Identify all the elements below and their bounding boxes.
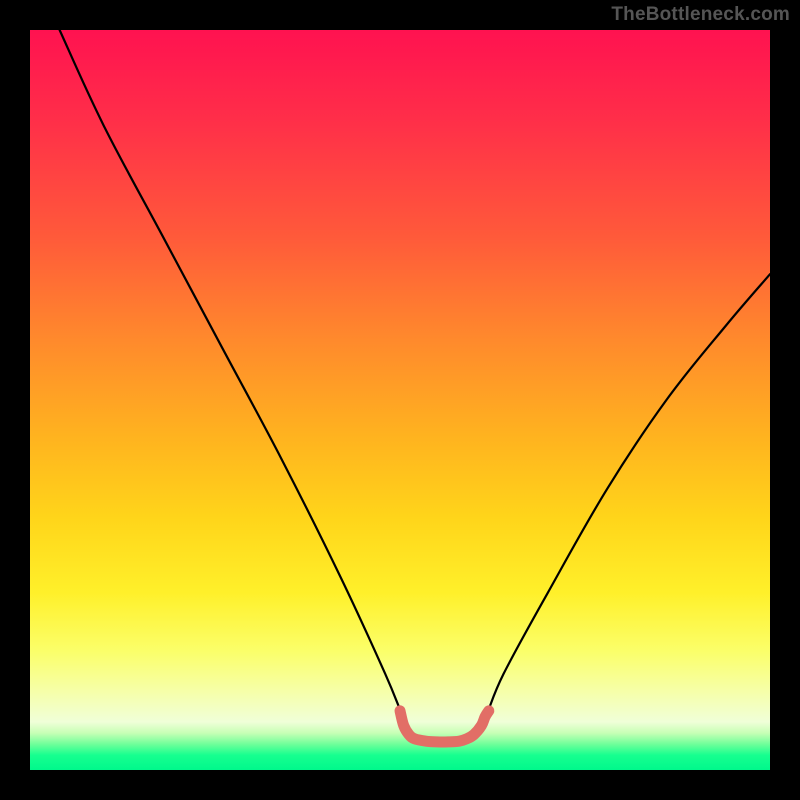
- chart-svg: [30, 30, 770, 770]
- main-curve-path: [60, 30, 770, 743]
- basin-marker-path: [400, 711, 489, 742]
- watermark-text: TheBottleneck.com: [611, 4, 790, 26]
- chart-frame: TheBottleneck.com: [0, 0, 800, 800]
- plot-area: [30, 30, 770, 770]
